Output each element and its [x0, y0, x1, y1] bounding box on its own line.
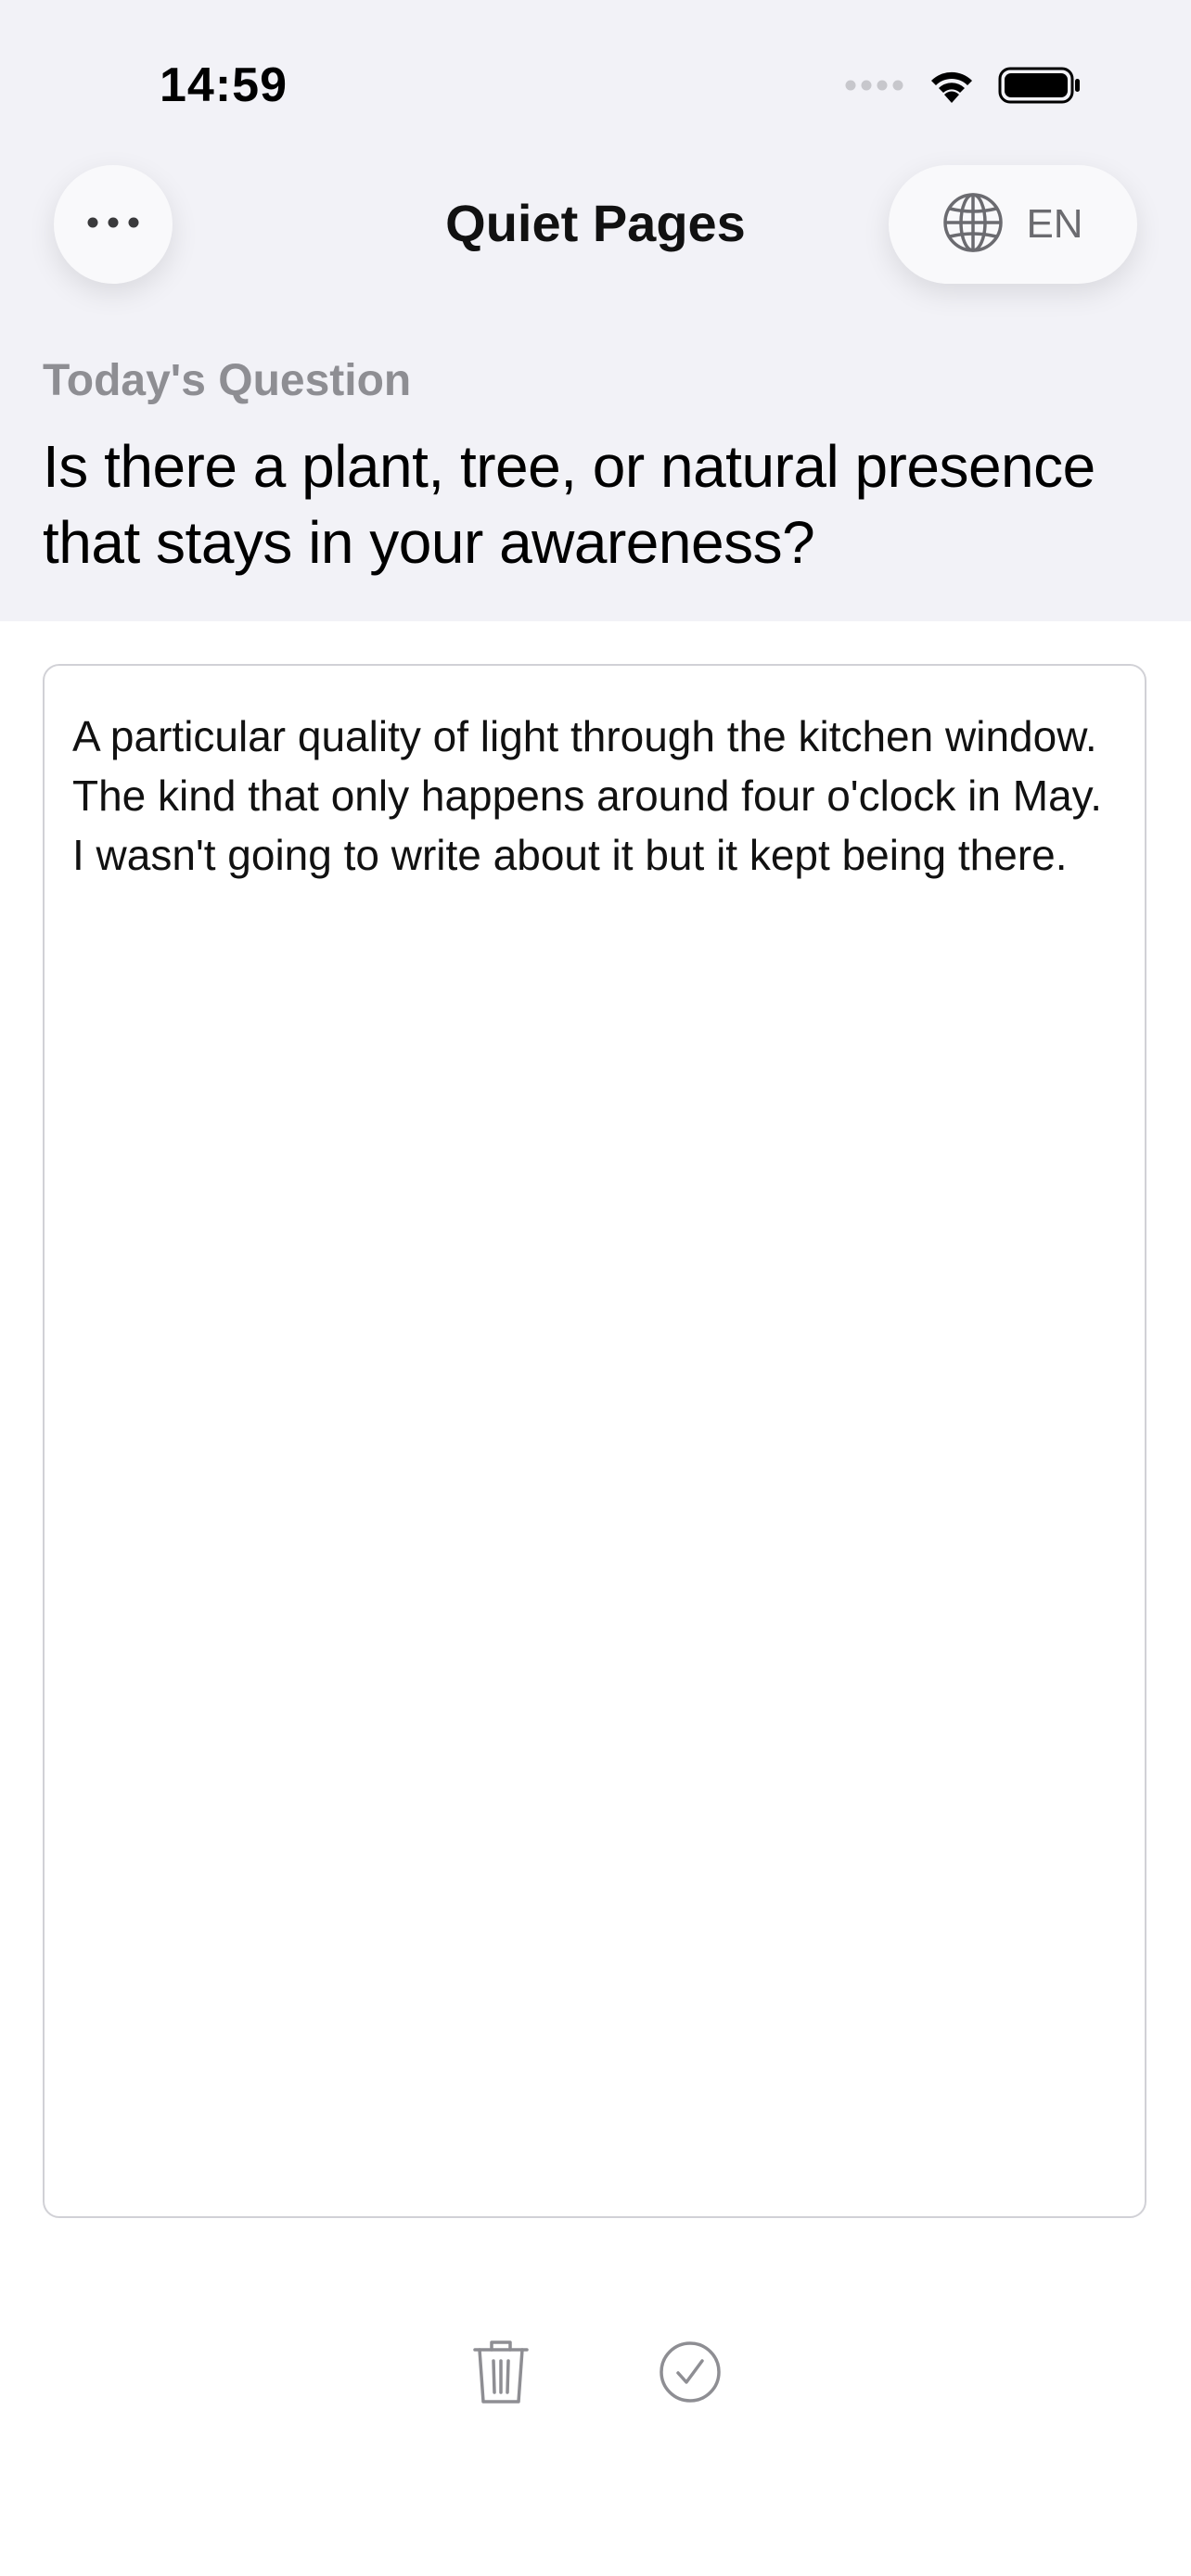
- status-time: 14:59: [160, 58, 288, 112]
- bottom-actions: [0, 2337, 1191, 2411]
- question-caption: Today's Question: [43, 356, 412, 405]
- done-button[interactable]: [659, 2340, 722, 2404]
- navigation-bar: Quiet Pages EN: [0, 165, 1191, 287]
- question-text: Is there a plant, tree, or natural prese…: [43, 433, 1095, 576]
- journal-entry-editor[interactable]: A particular quality of light through th…: [43, 664, 1146, 2218]
- wifi-icon: [926, 66, 978, 109]
- language-label: EN: [1026, 201, 1083, 247]
- status-bar: 14:59: [0, 0, 1191, 148]
- language-button[interactable]: EN: [889, 165, 1137, 284]
- checkmark-circle-icon: [659, 2341, 722, 2407]
- battery-icon: [998, 66, 1082, 109]
- status-icons: [844, 67, 1082, 108]
- journal-entry-text[interactable]: A particular quality of light through th…: [72, 707, 1117, 885]
- trash-icon: [471, 2340, 531, 2411]
- globe-icon: [942, 192, 1004, 258]
- cellular-signal-icon: [844, 79, 905, 96]
- delete-button[interactable]: [471, 2337, 531, 2407]
